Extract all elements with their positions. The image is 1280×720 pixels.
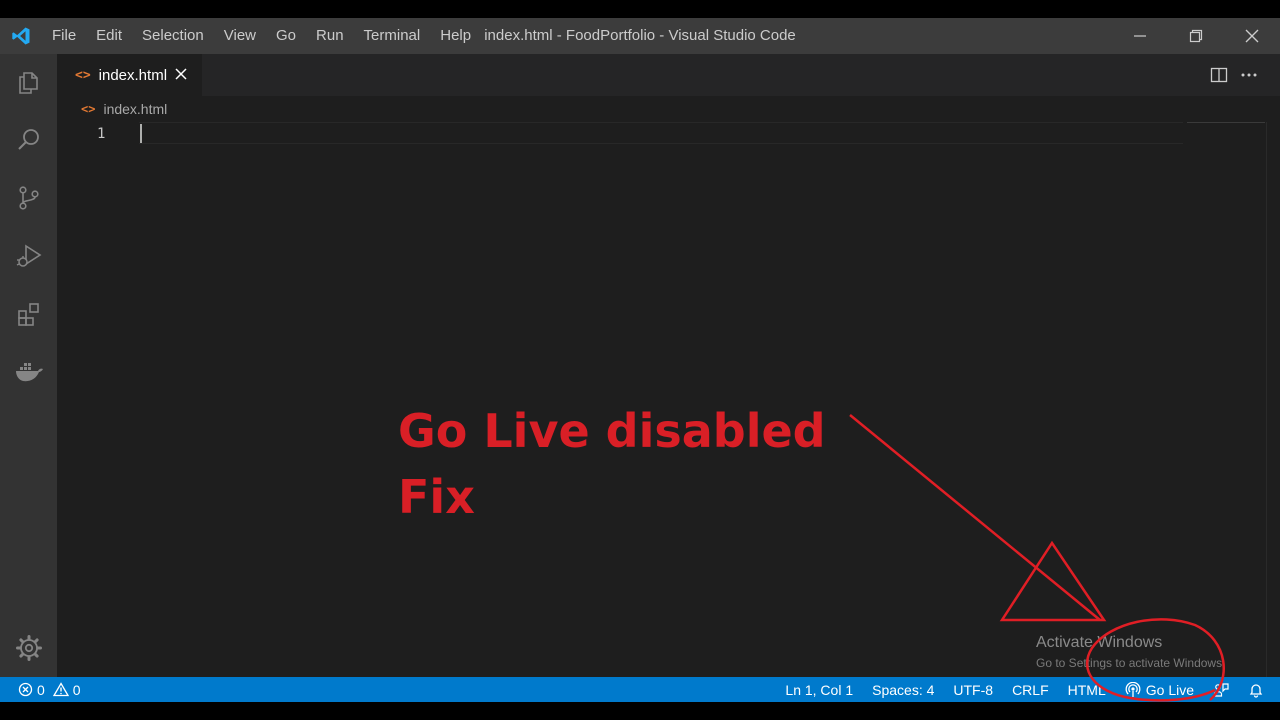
tab-bar: <> index.html [57,54,1280,96]
go-live-button[interactable]: Go Live [1125,681,1194,698]
go-live-label: Go Live [1145,681,1194,698]
tab-index-html[interactable]: <> index.html [57,54,202,96]
top-letterbox [0,0,1280,18]
menu-selection[interactable]: Selection [132,18,214,54]
restore-button[interactable] [1168,18,1224,54]
editor-actions [1204,54,1280,96]
settings-gear-icon[interactable] [0,622,57,674]
breadcrumb-item[interactable]: index.html [103,101,167,117]
docker-icon[interactable] [0,346,57,398]
overlay-title: Go Live disabled Fix [398,398,826,530]
activate-subtitle: Go to Settings to activate Windows. [1036,656,1226,670]
activate-windows-watermark: Activate Windows Go to Settings to activ… [1036,634,1225,670]
overlay-line-2: Fix [398,470,475,524]
close-icon [1245,29,1259,43]
split-editor-icon [1210,67,1228,83]
minimize-button[interactable] [1112,18,1168,54]
menu-edit[interactable]: Edit [86,18,132,54]
activate-title: Activate Windows [1036,634,1163,651]
vscode-logo-icon [0,18,42,54]
run-debug-icon[interactable] [0,230,57,282]
current-line-highlight [139,122,1183,144]
bottom-letterbox [0,702,1280,720]
language-mode[interactable]: HTML [1068,682,1106,698]
vertical-scrollbar[interactable] [1266,122,1280,677]
line-number: 1 [97,126,106,142]
broadcast-icon [1125,681,1141,697]
errors-indicator: 0 [18,682,45,698]
window-controls [1112,18,1280,54]
title-bar: File Edit Selection View Go Run Terminal… [0,18,1280,54]
minimize-icon [1134,35,1146,37]
feedback-button[interactable] [1213,682,1229,698]
menu-go[interactable]: Go [266,18,306,54]
minimap [1187,122,1265,123]
search-icon[interactable] [0,114,57,166]
menu-help[interactable]: Help [430,18,481,54]
source-control-icon[interactable] [0,172,57,224]
overlay-line-1: Go Live disabled [398,404,826,458]
editor-area: <> index.html <> index.html 1 [57,54,1280,677]
menu-run[interactable]: Run [306,18,354,54]
extensions-icon[interactable] [0,288,57,340]
menu-view[interactable]: View [214,18,266,54]
end-of-line[interactable]: CRLF [1012,682,1049,698]
status-problems[interactable]: 0 0 [18,677,81,702]
notifications-button[interactable] [1248,682,1264,698]
warning-icon [52,682,69,697]
warning-count: 0 [72,681,81,698]
error-count: 0 [37,681,45,698]
bell-icon [1249,683,1263,698]
text-cursor [140,124,142,143]
menu-file[interactable]: File [42,18,86,54]
restore-icon [1189,29,1203,43]
error-icon [18,682,33,697]
menu-bar: File Edit Selection View Go Run Terminal… [42,18,481,54]
indentation[interactable]: Spaces: 4 [872,682,934,698]
feedback-icon [1213,682,1229,697]
status-bar: 0 0 Ln 1, Col 1 Spaces: 4 UTF-8 CRLF HTM… [0,677,1280,702]
tab-label: index.html [98,66,168,84]
close-icon [175,68,187,80]
warnings-indicator: 0 [52,681,81,698]
html-file-icon: <> [75,67,91,83]
close-window-button[interactable] [1224,18,1280,54]
split-editor-button[interactable] [1204,60,1234,90]
activity-bar [0,54,57,677]
tab-close-button[interactable] [172,65,190,83]
html-file-icon: <> [81,102,96,116]
cursor-position[interactable]: Ln 1, Col 1 [785,682,853,698]
more-icon [1241,73,1257,77]
encoding[interactable]: UTF-8 [953,682,993,698]
more-actions-button[interactable] [1234,60,1264,90]
explorer-icon[interactable] [0,56,57,108]
status-right: Ln 1, Col 1 Spaces: 4 UTF-8 CRLF HTML Go… [766,677,1264,702]
menu-terminal[interactable]: Terminal [354,18,431,54]
breadcrumb: <> index.html [81,100,167,118]
